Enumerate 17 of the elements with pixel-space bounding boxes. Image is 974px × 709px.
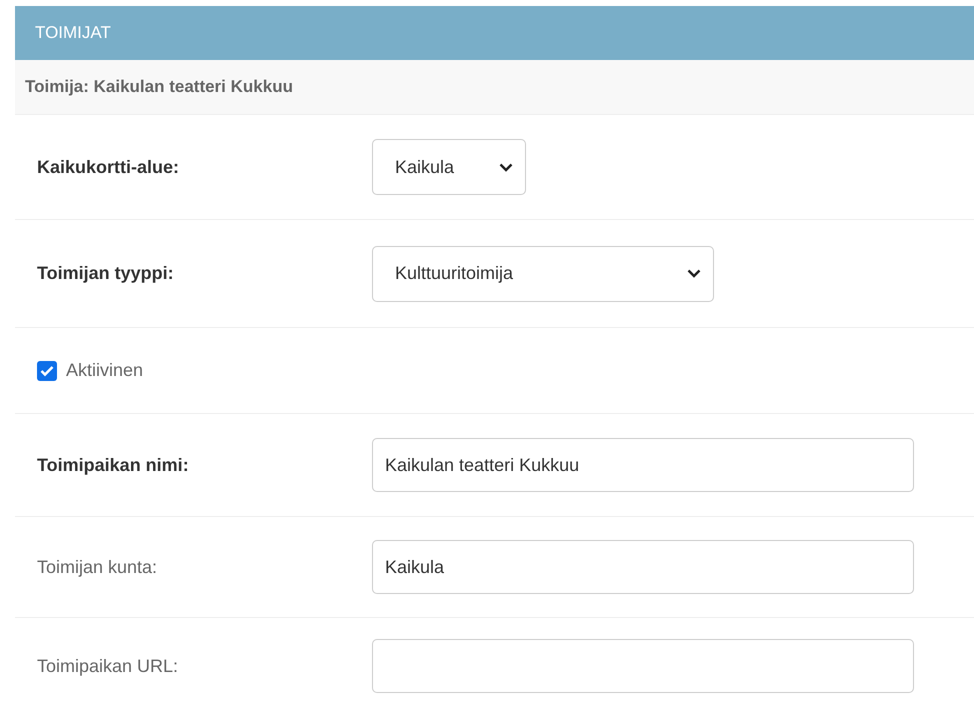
chevron-down-icon	[499, 162, 513, 172]
text-field[interactable]: Kaikula	[372, 540, 914, 594]
text-field[interactable]	[372, 639, 914, 693]
checkmark-icon	[40, 364, 54, 376]
checkbox-label: Aktiivinen	[66, 360, 144, 381]
field-label: Toimipaikan URL:	[37, 656, 180, 676]
form-title: Toimija: Kaikulan teatteri Kukkuu	[15, 60, 974, 115]
field-label: Toimijan tyyppi:	[37, 263, 175, 284]
chevron-down-icon	[687, 269, 701, 278]
field-label: Kaikukortti-alue:	[37, 156, 180, 178]
field-label: Toimijan kunta:	[37, 556, 158, 578]
field-label: Toimipaikan nimi:	[37, 454, 190, 476]
select-dropdown[interactable]: Kulttuuritoimija	[372, 246, 714, 302]
section-header: TOIMIJAT	[15, 6, 974, 60]
text-field[interactable]: Kaikulan teatteri Kukkuu	[372, 438, 914, 492]
checkbox[interactable]	[37, 360, 57, 380]
select-dropdown[interactable]: Kaikula	[372, 139, 526, 195]
